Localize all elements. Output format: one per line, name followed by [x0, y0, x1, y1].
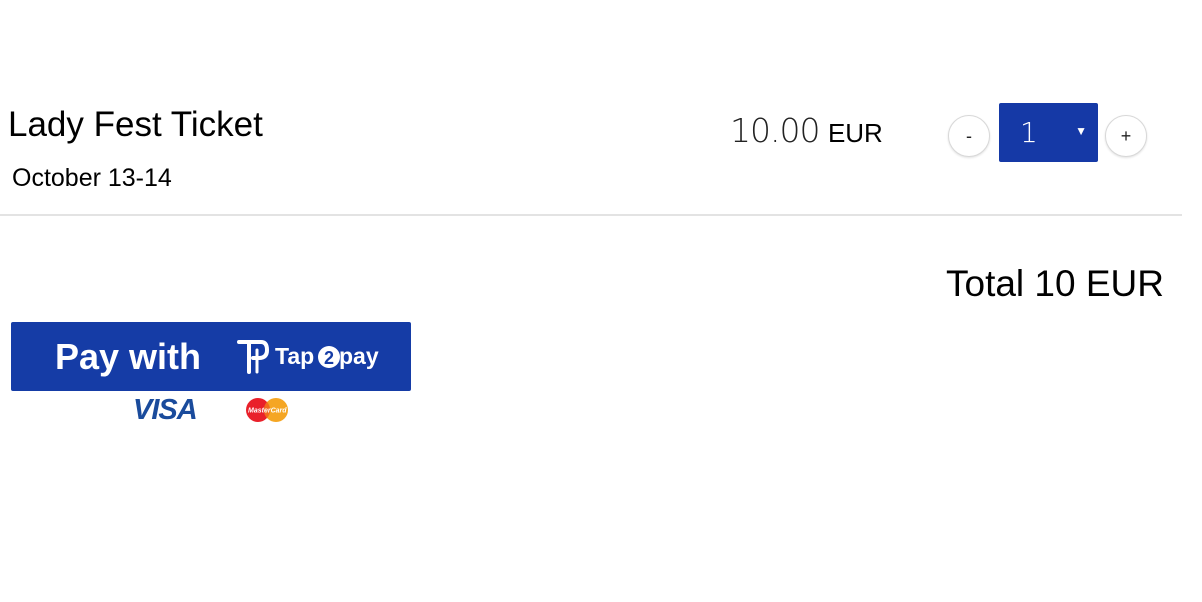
- svg-text:Tap: Tap: [275, 343, 314, 369]
- price-currency: EUR: [827, 118, 883, 148]
- pay-with-tap2pay-button[interactable]: Pay with Tap 2 pay: [11, 322, 411, 391]
- tap2pay-logo: Tap 2 pay: [237, 338, 387, 376]
- checkout-page: Lady Fest Ticket October 13-14 10.00 EUR…: [0, 0, 1202, 602]
- quantity-value: 1: [1020, 116, 1038, 149]
- svg-text:2: 2: [324, 348, 334, 368]
- quantity-select[interactable]: 1 ▼: [999, 103, 1098, 162]
- increment-quantity-button[interactable]: +: [1105, 115, 1147, 157]
- decrement-quantity-button[interactable]: -: [948, 115, 990, 157]
- order-total: Total 10 EUR: [946, 263, 1164, 304]
- tap2pay-logo-mark: Tap 2 pay: [237, 340, 379, 374]
- price-amount: 10.00: [730, 111, 820, 150]
- chevron-down-icon: ▼: [1075, 124, 1087, 138]
- visa-logo: VISA: [133, 394, 198, 426]
- pay-button-label: Pay with: [55, 336, 202, 377]
- mastercard-logo: MasterCard: [244, 397, 290, 423]
- svg-text:pay: pay: [339, 343, 379, 369]
- ticket-date: October 13-14: [12, 164, 172, 192]
- ticket-price: 10.00 EUR: [730, 111, 883, 158]
- ticket-name: Lady Fest Ticket: [8, 105, 263, 144]
- divider: [0, 214, 1182, 216]
- mastercard-label: MasterCard: [248, 408, 287, 415]
